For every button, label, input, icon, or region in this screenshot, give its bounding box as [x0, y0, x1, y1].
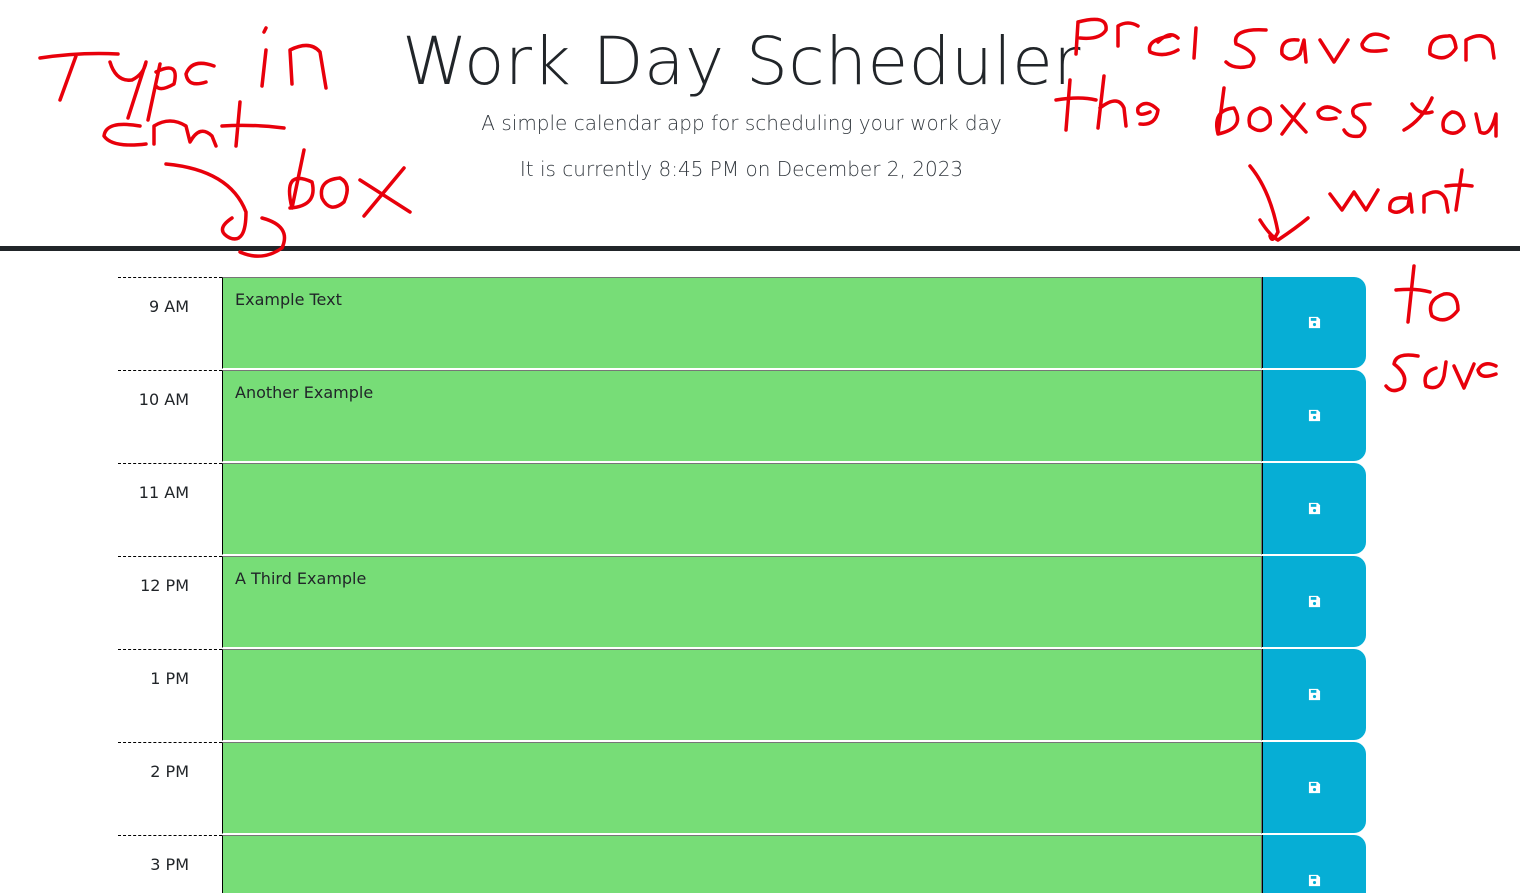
scheduler-page: Work Day Scheduler A simple calendar app… [0, 0, 1520, 893]
time-block: 9 AM Example Text [118, 277, 1366, 370]
hour-label: 11 AM [118, 463, 222, 556]
current-day: It is currently 8:45 PM on December 2, 2… [519, 157, 964, 181]
description-input[interactable] [222, 742, 1262, 834]
header-divider [0, 246, 1520, 251]
description-input[interactable]: A Third Example [222, 556, 1262, 648]
time-block: 12 PM A Third Example [118, 556, 1366, 649]
save-button[interactable] [1262, 556, 1366, 647]
description-input[interactable]: Another Example [222, 370, 1262, 462]
save-button[interactable] [1262, 463, 1366, 554]
floppy-disk-icon [1308, 316, 1321, 329]
hour-label: 1 PM [118, 649, 222, 742]
description-input[interactable] [222, 649, 1262, 741]
description-input[interactable]: Example Text [222, 277, 1262, 369]
floppy-disk-icon [1308, 502, 1321, 515]
floppy-disk-icon [1308, 409, 1321, 422]
page-title: Work Day Scheduler [402, 23, 1081, 100]
floppy-disk-icon [1308, 595, 1321, 608]
hour-label: 10 AM [118, 370, 222, 463]
hour-label: 3 PM [118, 835, 222, 893]
save-button[interactable] [1262, 277, 1366, 368]
save-button[interactable] [1262, 649, 1366, 740]
hour-label: 12 PM [118, 556, 222, 649]
time-block: 2 PM [118, 742, 1366, 835]
save-button[interactable] [1262, 835, 1366, 893]
floppy-disk-icon [1308, 781, 1321, 794]
description-input[interactable] [222, 835, 1262, 893]
description-input[interactable] [222, 463, 1262, 555]
save-button[interactable] [1262, 370, 1366, 461]
time-block: 11 AM [118, 463, 1366, 556]
time-blocks-container: 9 AM Example Text 10 AM Another Example [118, 277, 1366, 893]
time-block: 10 AM Another Example [118, 370, 1366, 463]
header: Work Day Scheduler A simple calendar app… [0, 0, 1520, 246]
page-subtitle: A simple calendar app for scheduling you… [481, 111, 1002, 135]
hour-label: 2 PM [118, 742, 222, 835]
hour-label: 9 AM [118, 277, 222, 370]
time-block: 3 PM [118, 835, 1366, 893]
floppy-disk-icon [1308, 874, 1321, 887]
floppy-disk-icon [1308, 688, 1321, 701]
save-button[interactable] [1262, 742, 1366, 833]
time-block: 1 PM [118, 649, 1366, 742]
